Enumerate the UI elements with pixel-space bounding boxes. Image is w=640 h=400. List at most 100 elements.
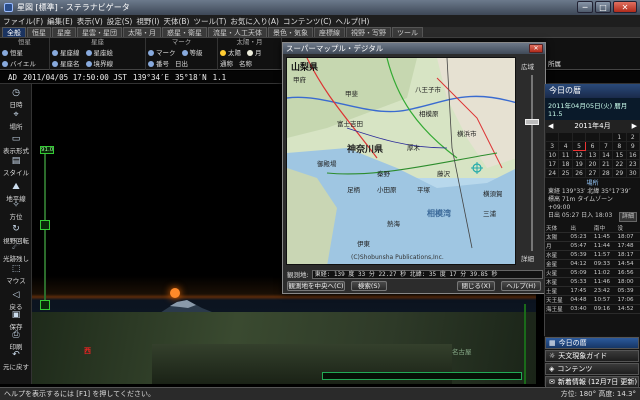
menu-contents[interactable]: コンテンツ(C) [283,16,332,27]
calendar-day[interactable]: 10 [544,150,560,160]
sidebar-direction[interactable]: ✧ 方位 [0,198,32,224]
table-row[interactable]: 海王星 03:40 09:16 14:52 [545,304,640,315]
zoom-slider-track[interactable] [531,75,533,251]
phenomena-guide-button[interactable]: ☼ 天文現象ガイド [545,350,639,362]
sunrise-toggle[interactable]: 日出 [175,58,188,68]
table-row[interactable]: 土星 17:45 23:42 05:39 [545,286,640,297]
calendar-day[interactable] [558,132,573,142]
calendar-day[interactable]: 26 [571,168,587,178]
calendar-day[interactable]: 23 [625,159,640,169]
calendar-day[interactable]: 16 [625,150,640,160]
calendar-day[interactable] [585,132,600,142]
dialog-close-text-button[interactable]: 閉じる(X) [457,281,495,291]
calendar-day[interactable]: 19 [571,159,587,169]
calendar-day[interactable] [571,132,587,142]
star-toggle[interactable]: 恒星 [2,47,23,57]
sun-toggle[interactable]: 太陽 [220,47,241,57]
menu-settings[interactable]: 設定(S) [107,16,133,27]
dialog-help-button[interactable]: ヘルプ(H) [501,281,541,291]
table-row[interactable]: 水星 05:39 11:57 18:17 [545,250,640,261]
menu-tools[interactable]: ツール(T) [193,16,226,27]
number-toggle[interactable]: 番号 [148,58,169,68]
name-toggle[interactable]: 名称 [239,58,252,68]
calendar-day[interactable]: 2 [625,132,640,142]
tab-nebulae[interactable]: 星雲・星団 [77,27,122,37]
tab-meteors[interactable]: 流星・人工天体 [208,27,267,37]
table-row[interactable]: 木星 05:33 11:46 18:00 [545,277,640,288]
calendar-day[interactable]: 13 [585,150,600,160]
tab-planets[interactable]: 惑星・衛星 [162,27,207,37]
search-button[interactable]: 検索(S) [351,281,387,291]
menu-view[interactable]: 表示(V) [77,16,103,27]
calendar-next-button[interactable]: ▶ [632,122,637,130]
calendar-day[interactable]: 25 [558,168,573,178]
calendar-day[interactable]: 8 [612,141,627,151]
calendar-day[interactable]: 20 [585,159,600,169]
calendar-day[interactable]: 24 [544,168,560,178]
tab-grid[interactable]: 座標線 [314,27,345,37]
calendar-day[interactable]: 27 [585,168,600,178]
contents-button[interactable]: ◈ コンテンツ [545,363,639,375]
magnitude-toggle[interactable]: 等級 [181,47,203,57]
calendar-prev-button[interactable]: ◀ [548,122,553,130]
calendar-day[interactable]: 7 [598,141,614,151]
altitude-slider[interactable]: 91.0 [40,146,54,310]
table-row[interactable]: 天王星 04:48 10:57 17:06 [545,295,640,306]
menu-edit[interactable]: 編集(E) [47,16,73,27]
calendar-day[interactable] [544,132,560,142]
center-location-button[interactable]: 観測地を中央へ(C) [287,281,345,291]
sidebar-undo[interactable]: ↶ 元に戻す [0,348,32,374]
minimize-button[interactable]: ─ [577,1,593,13]
constellation-art-toggle[interactable]: 星座絵 [85,47,113,57]
calendar-day[interactable]: 28 [598,168,614,178]
azimuth-scroll[interactable] [322,372,522,380]
zoom-slider-knob[interactable] [525,119,539,125]
common-name-toggle[interactable]: 通称 [220,58,233,68]
tab-scenery[interactable]: 景色・気象 [268,27,313,37]
moon-toggle[interactable]: 月 [247,47,262,57]
tab-sun-moon[interactable]: 太陽・月 [123,27,161,37]
sidebar-location[interactable]: ⌖ 場所 [0,108,32,134]
calendar-day[interactable]: 11 [558,150,573,160]
tab-fov[interactable]: 視野・写野 [346,27,391,37]
bayer-toggle[interactable]: バイエル [2,58,36,68]
tab-general[interactable]: 全般 [2,27,26,37]
latitude-field[interactable]: 35°18′N [175,73,207,82]
menu-file[interactable]: ファイル(F) [3,16,43,27]
calendar-day[interactable]: 3 [544,141,560,151]
map-canvas[interactable]: 山梨県 甲府 甲斐 八王子市 相模原 横浜市 神奈川県 厚木 藤沢 小田原 平塚… [286,57,516,265]
close-button[interactable]: ✕ [613,1,637,13]
calendar-day[interactable]: 21 [598,159,614,169]
calendar-day[interactable]: 12 [571,150,587,160]
calendar-day[interactable]: 14 [598,150,614,160]
tab-tools[interactable]: ツール [392,27,423,37]
menu-objects[interactable]: 天体(B) [163,16,189,27]
calendar-day[interactable] [598,132,614,142]
boundary-toggle[interactable]: 境界線 [85,58,113,68]
calendar-day[interactable]: 29 [612,168,627,178]
tab-constellations[interactable]: 星座 [52,27,76,37]
calendar-day[interactable]: 4 [558,141,573,151]
calendar-day[interactable]: 5 [571,141,587,151]
calendar-day[interactable]: 30 [625,168,640,178]
table-row[interactable]: 太陽 05:23 11:45 18:07 [545,232,640,243]
table-row[interactable]: 月 05:47 11:44 17:48 [545,241,640,252]
tab-stars[interactable]: 恒星 [27,27,51,37]
calendar-day[interactable]: 1 [612,132,627,142]
menu-favorites[interactable]: お気に入り(A) [230,16,278,27]
calendar-day[interactable]: 6 [585,141,600,151]
constellation-lines-toggle[interactable]: 星座線 [52,47,80,57]
table-row[interactable]: 火星 05:09 11:02 16:56 [545,268,640,279]
zoom-track[interactable] [524,304,532,384]
calendar-day[interactable]: 15 [612,150,627,160]
dialog-close-button[interactable]: ✕ [529,44,543,53]
slider-bottom-knob[interactable] [40,300,50,310]
sidebar-mouse[interactable]: ⬚ マウス [0,262,32,288]
belonging-toggle[interactable]: 所属 [548,58,561,68]
calendar-day[interactable]: 17 [544,159,560,169]
mark-toggle[interactable]: マーク [148,47,176,57]
sidebar-style[interactable]: ▤ スタイル [0,154,32,180]
constellation-names-toggle[interactable]: 星座名 [52,58,80,68]
maximize-button[interactable]: □ [595,1,611,13]
calendar-day[interactable]: 18 [558,159,573,169]
